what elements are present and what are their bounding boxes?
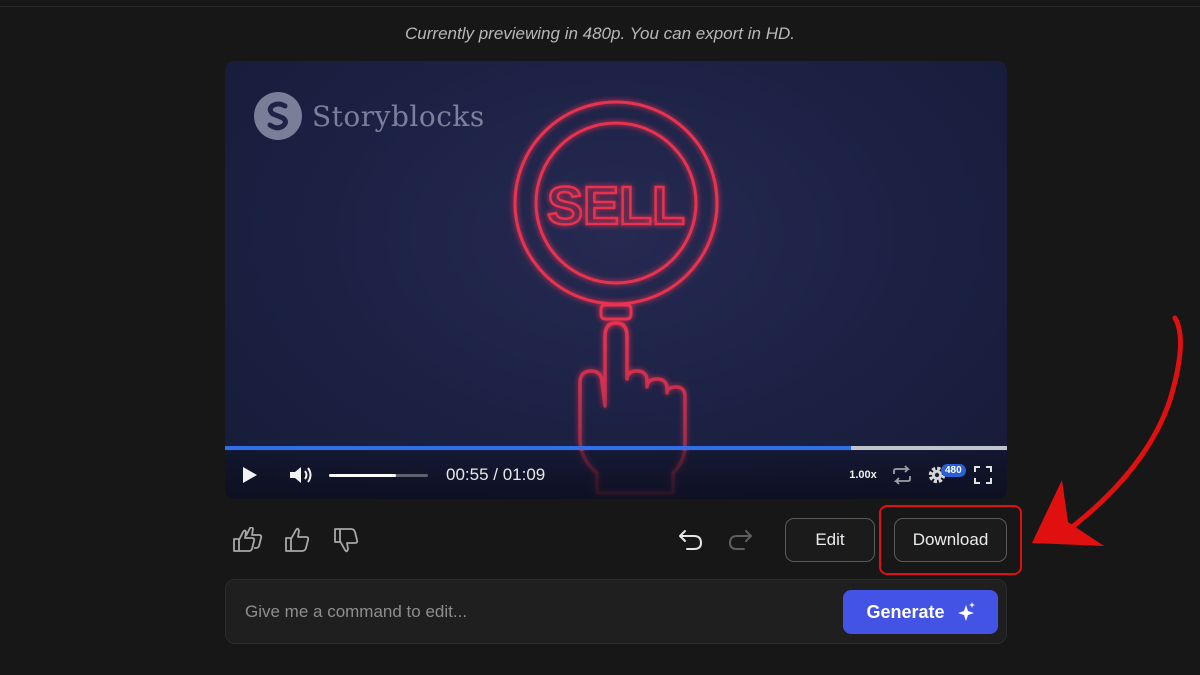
command-bar: Generate [225, 579, 1007, 644]
video-player[interactable]: SELL Storyblocks 00:55 / 01:09 1.00x 480 [225, 61, 1007, 499]
storyblocks-logo-icon [254, 92, 302, 140]
edit-button[interactable]: Edit [785, 518, 875, 562]
undo-icon [679, 530, 702, 550]
play-icon [243, 467, 257, 483]
volume-button[interactable] [287, 451, 317, 499]
preview-notice: Currently previewing in 480p. You can ex… [405, 24, 795, 43]
play-button[interactable] [235, 451, 265, 499]
volume-slider[interactable] [329, 474, 428, 477]
volume-level [329, 474, 397, 477]
generate-label: Generate [866, 601, 945, 622]
generate-button[interactable]: Generate [843, 590, 998, 634]
love-button[interactable] [231, 523, 265, 557]
player-controls: 00:55 / 01:09 1.00x 480 [225, 451, 1007, 499]
love-icon [233, 527, 263, 552]
playback-speed-button[interactable]: 1.00x [845, 451, 881, 499]
watermark-text: Storyblocks [312, 99, 485, 133]
fullscreen-button[interactable] [969, 451, 997, 499]
sparkle-icon [957, 602, 975, 621]
thumbs-down-icon [334, 528, 359, 553]
storyblocks-watermark: Storyblocks [254, 92, 485, 140]
sell-text: SELL [547, 176, 685, 236]
like-button[interactable] [280, 523, 314, 557]
red-arrow-icon [1032, 315, 1183, 546]
loop-icon [893, 465, 911, 485]
progress-played [225, 446, 851, 450]
undo-button[interactable] [674, 523, 708, 557]
command-input[interactable] [245, 594, 825, 630]
fullscreen-icon [974, 466, 992, 484]
download-highlight-annotation [879, 505, 1022, 575]
loop-button[interactable] [887, 451, 917, 499]
redo-button[interactable] [723, 523, 757, 557]
thumbs-up-icon [285, 527, 310, 552]
progress-bar[interactable] [225, 446, 1007, 450]
redo-icon [729, 530, 752, 550]
time-display: 00:55 / 01:09 [446, 465, 546, 484]
dislike-button[interactable] [329, 523, 363, 557]
quality-badge: 480 [941, 464, 966, 477]
top-divider [0, 6, 1200, 7]
volume-icon [290, 467, 312, 483]
